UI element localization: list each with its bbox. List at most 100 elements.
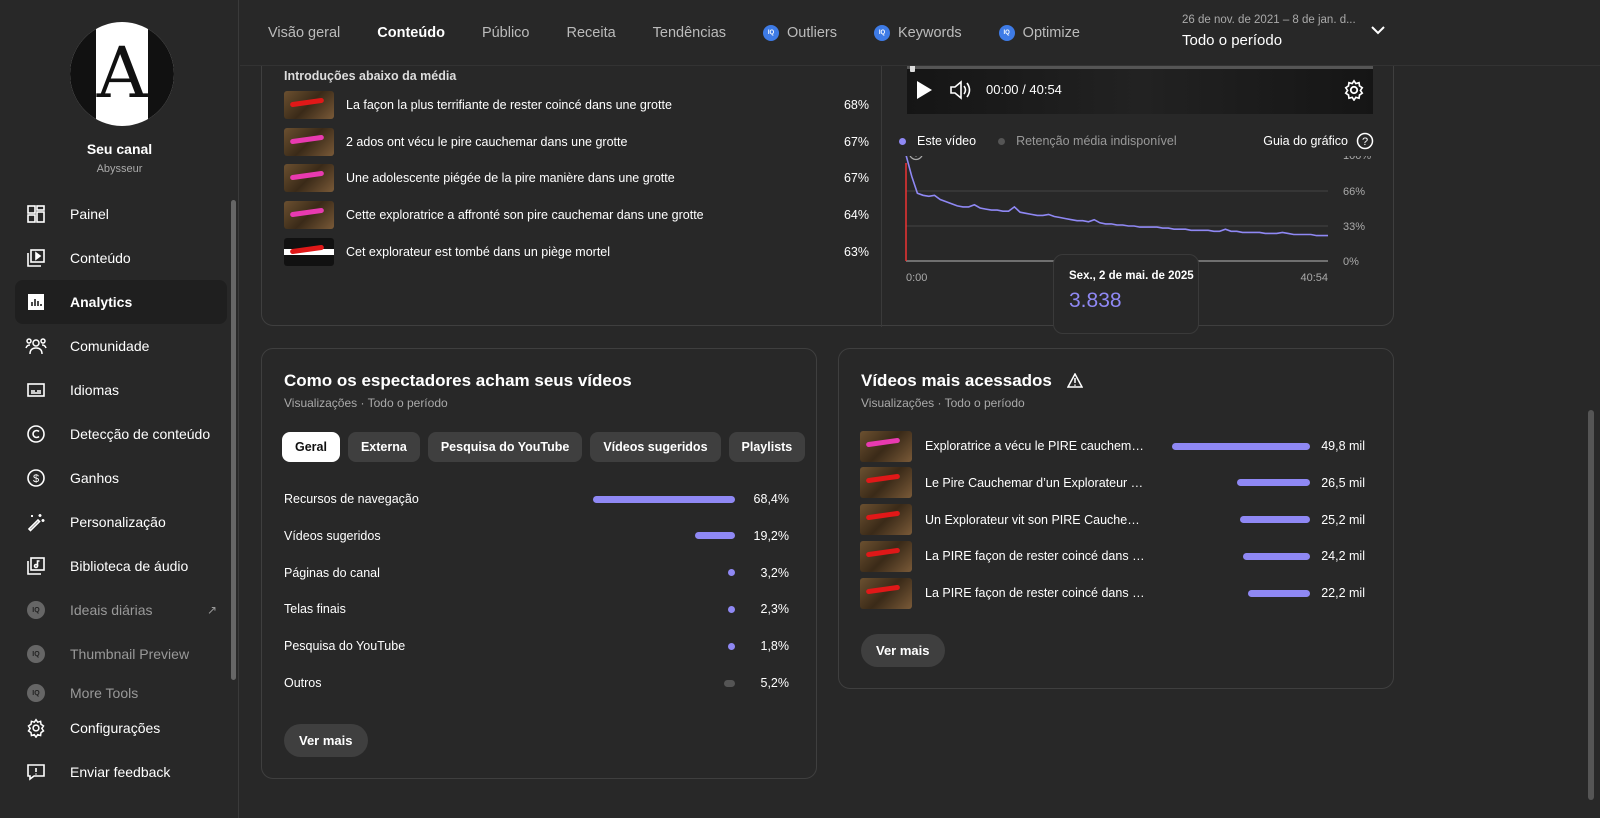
- copyright-icon: [25, 423, 47, 445]
- video-title[interactable]: Un Explorateur vit son PIRE Cauchemar ..…: [925, 513, 1145, 527]
- tab-receita[interactable]: Receita: [567, 0, 616, 66]
- tab-label: Optimize: [1022, 25, 1080, 41]
- video-title[interactable]: La PIRE façon de rester coincé dans un..…: [925, 586, 1145, 600]
- chip-v-deos-sugeridos[interactable]: Vídeos sugeridos: [590, 432, 721, 462]
- tab-outliers[interactable]: IQ Outliers: [763, 0, 837, 66]
- sidebar-item-detec-o-de-conte-do[interactable]: Detecção de conteúdo: [15, 412, 227, 456]
- chevron-down-icon[interactable]: [1370, 22, 1386, 38]
- intro-video-row[interactable]: Cette exploratrice a affronté son pire c…: [284, 199, 869, 231]
- video-thumbnail[interactable]: [284, 201, 334, 230]
- video-thumbnail[interactable]: [860, 430, 912, 462]
- main-scrollbar[interactable]: [1588, 410, 1594, 800]
- sidebar-item-ganhos[interactable]: $ Ganhos: [15, 456, 227, 500]
- source-label: Páginas do canal: [284, 565, 380, 580]
- top-video-row[interactable]: Le Pire Cauchemar d’un Explorateur | U..…: [860, 467, 1365, 499]
- tab-optimize[interactable]: IQ Optimize: [998, 0, 1080, 66]
- top-video-row[interactable]: La PIRE façon de rester coincé dans un..…: [860, 577, 1365, 609]
- intro-video-row[interactable]: Cet explorateur est tombé dans un piège …: [284, 236, 869, 268]
- video-title[interactable]: Une adolescente piégée de la pire manièr…: [346, 171, 839, 185]
- settings-gear-icon[interactable]: [1343, 79, 1365, 101]
- chip-externa[interactable]: Externa: [347, 432, 420, 462]
- period-selector[interactable]: 26 de nov. de 2021 – 8 de jan. d... Todo…: [1182, 14, 1356, 49]
- top-video-row[interactable]: La PIRE façon de rester coincé dans un..…: [860, 540, 1365, 572]
- source-label: Outros: [284, 676, 322, 690]
- sidebar-item-label: Configurações: [70, 720, 161, 736]
- tab-keywords[interactable]: IQ Keywords: [874, 0, 962, 66]
- video-title[interactable]: 2 ados ont vécu le pire cauchemar dans u…: [346, 135, 839, 149]
- channel-avatar[interactable]: A: [70, 22, 174, 126]
- sidebar-item-personaliza-o[interactable]: Personalização: [15, 500, 227, 544]
- volume-icon[interactable]: [949, 80, 973, 100]
- chip-geral[interactable]: Geral: [282, 432, 340, 462]
- video-title[interactable]: Cette exploratrice a affronté son pire c…: [346, 208, 839, 222]
- intro-video-row[interactable]: La façon la plus terrifiante de rester c…: [284, 89, 869, 121]
- video-title[interactable]: Cet explorateur est tombé dans un piège …: [346, 245, 839, 259]
- sidebar-item-ideais-di-rias[interactable]: IQ Ideais diárias ↗: [15, 588, 227, 632]
- play-icon[interactable]: [915, 80, 933, 100]
- video-thumbnail[interactable]: [284, 237, 334, 266]
- video-thumbnail[interactable]: [860, 504, 912, 536]
- chip-pesquisa-do-youtube[interactable]: Pesquisa do YouTube: [427, 432, 583, 462]
- sidebar-item-comunidade[interactable]: Comunidade: [15, 324, 227, 368]
- see-more-button[interactable]: Ver mais: [284, 724, 368, 757]
- sidebar-scrollbar[interactable]: [231, 200, 236, 680]
- sidebar-item-biblioteca-de-udio[interactable]: Biblioteca de áudio: [15, 544, 227, 588]
- video-title[interactable]: Le Pire Cauchemar d’un Explorateur | U..…: [925, 476, 1145, 490]
- top-video-row[interactable]: Exploratrice a vécu le PIRE cauchemar ..…: [860, 430, 1365, 462]
- traffic-source-row[interactable]: Páginas do canal 3,2%: [284, 563, 789, 583]
- tab-conte-do[interactable]: Conteúdo: [377, 0, 445, 66]
- top-video-row[interactable]: Un Explorateur vit son PIRE Cauchemar ..…: [860, 504, 1365, 536]
- chart-guide-link[interactable]: Guia do gráfico: [1263, 134, 1348, 148]
- sidebar-item-idiomas[interactable]: Idiomas: [15, 368, 227, 412]
- views-bar: [1240, 516, 1310, 524]
- views-bar: [1248, 589, 1310, 597]
- video-title[interactable]: La PIRE façon de rester coincé dans un..…: [925, 549, 1145, 563]
- tab-vis-o-geral[interactable]: Visão geral: [268, 0, 340, 66]
- sidebar-item-label: Personalização: [70, 514, 166, 530]
- sidebar-item-analytics[interactable]: Analytics: [15, 280, 227, 324]
- top-videos-card: Vídeos mais acessados Visualizações · To…: [838, 348, 1394, 689]
- sidebar-item-more-tools[interactable]: IQ More Tools: [15, 676, 227, 710]
- legend-average: Retenção média indisponível: [1016, 134, 1177, 148]
- source-value: 1,8%: [760, 639, 790, 654]
- traffic-source-row[interactable]: Outros 5,2%: [284, 673, 789, 693]
- warning-icon[interactable]: [1066, 372, 1083, 388]
- tab-p-blico[interactable]: Público: [482, 0, 530, 66]
- source-bar: [728, 642, 735, 650]
- traffic-source-row[interactable]: Telas finais 2,3%: [284, 599, 789, 619]
- y-tick-label: 0%: [1343, 256, 1359, 268]
- video-player[interactable]: 00:00 / 40:54: [907, 64, 1373, 114]
- intro-video-row[interactable]: 2 ados ont vécu le pire cauchemar dans u…: [284, 126, 869, 158]
- tab-tend-ncias[interactable]: Tendências: [653, 0, 726, 66]
- video-title[interactable]: La façon la plus terrifiante de rester c…: [346, 98, 839, 112]
- legend-this-video[interactable]: Este vídeo: [917, 134, 976, 148]
- video-thumbnail[interactable]: [860, 577, 912, 609]
- chart-legend: Este vídeo Retenção média indisponível G…: [899, 131, 1374, 151]
- source-value: 19,2%: [753, 528, 789, 543]
- progress-bar[interactable]: [907, 64, 1373, 72]
- see-more-button[interactable]: Ver mais: [861, 634, 945, 667]
- chip-playlists[interactable]: Playlists: [728, 432, 806, 462]
- sidebar-item-painel[interactable]: Painel: [15, 192, 227, 236]
- gear-icon: [25, 717, 47, 739]
- video-thumbnail[interactable]: [284, 127, 334, 156]
- intro-video-row[interactable]: Une adolescente piégée de la pire manièr…: [284, 162, 869, 194]
- sidebar-item-thumbnail-preview[interactable]: IQ Thumbnail Preview: [15, 632, 227, 676]
- views-bar: [1236, 479, 1310, 487]
- traffic-source-row[interactable]: Vídeos sugeridos 19,2%: [284, 526, 789, 546]
- video-thumbnail[interactable]: [860, 540, 912, 572]
- sidebar-item-conte-do[interactable]: Conteúdo: [15, 236, 227, 280]
- views-value: 26,5 mil: [1321, 475, 1365, 490]
- video-thumbnail[interactable]: [284, 91, 334, 119]
- source-bar: [728, 569, 735, 577]
- feedback-icon: [25, 761, 47, 783]
- help-icon[interactable]: ?: [1356, 132, 1374, 150]
- sidebar-item-configura-es[interactable]: Configurações: [15, 706, 227, 750]
- video-thumbnail[interactable]: [860, 467, 912, 499]
- sidebar-item-enviar-feedback[interactable]: Enviar feedback: [15, 750, 227, 794]
- video-thumbnail[interactable]: [284, 164, 334, 193]
- traffic-source-row[interactable]: Pesquisa do YouTube 1,8%: [284, 636, 789, 656]
- traffic-source-row[interactable]: Recursos de navegação 68,4%: [284, 489, 789, 509]
- video-title[interactable]: Exploratrice a vécu le PIRE cauchemar ..…: [925, 439, 1145, 453]
- external-link-icon[interactable]: ↗: [207, 603, 217, 617]
